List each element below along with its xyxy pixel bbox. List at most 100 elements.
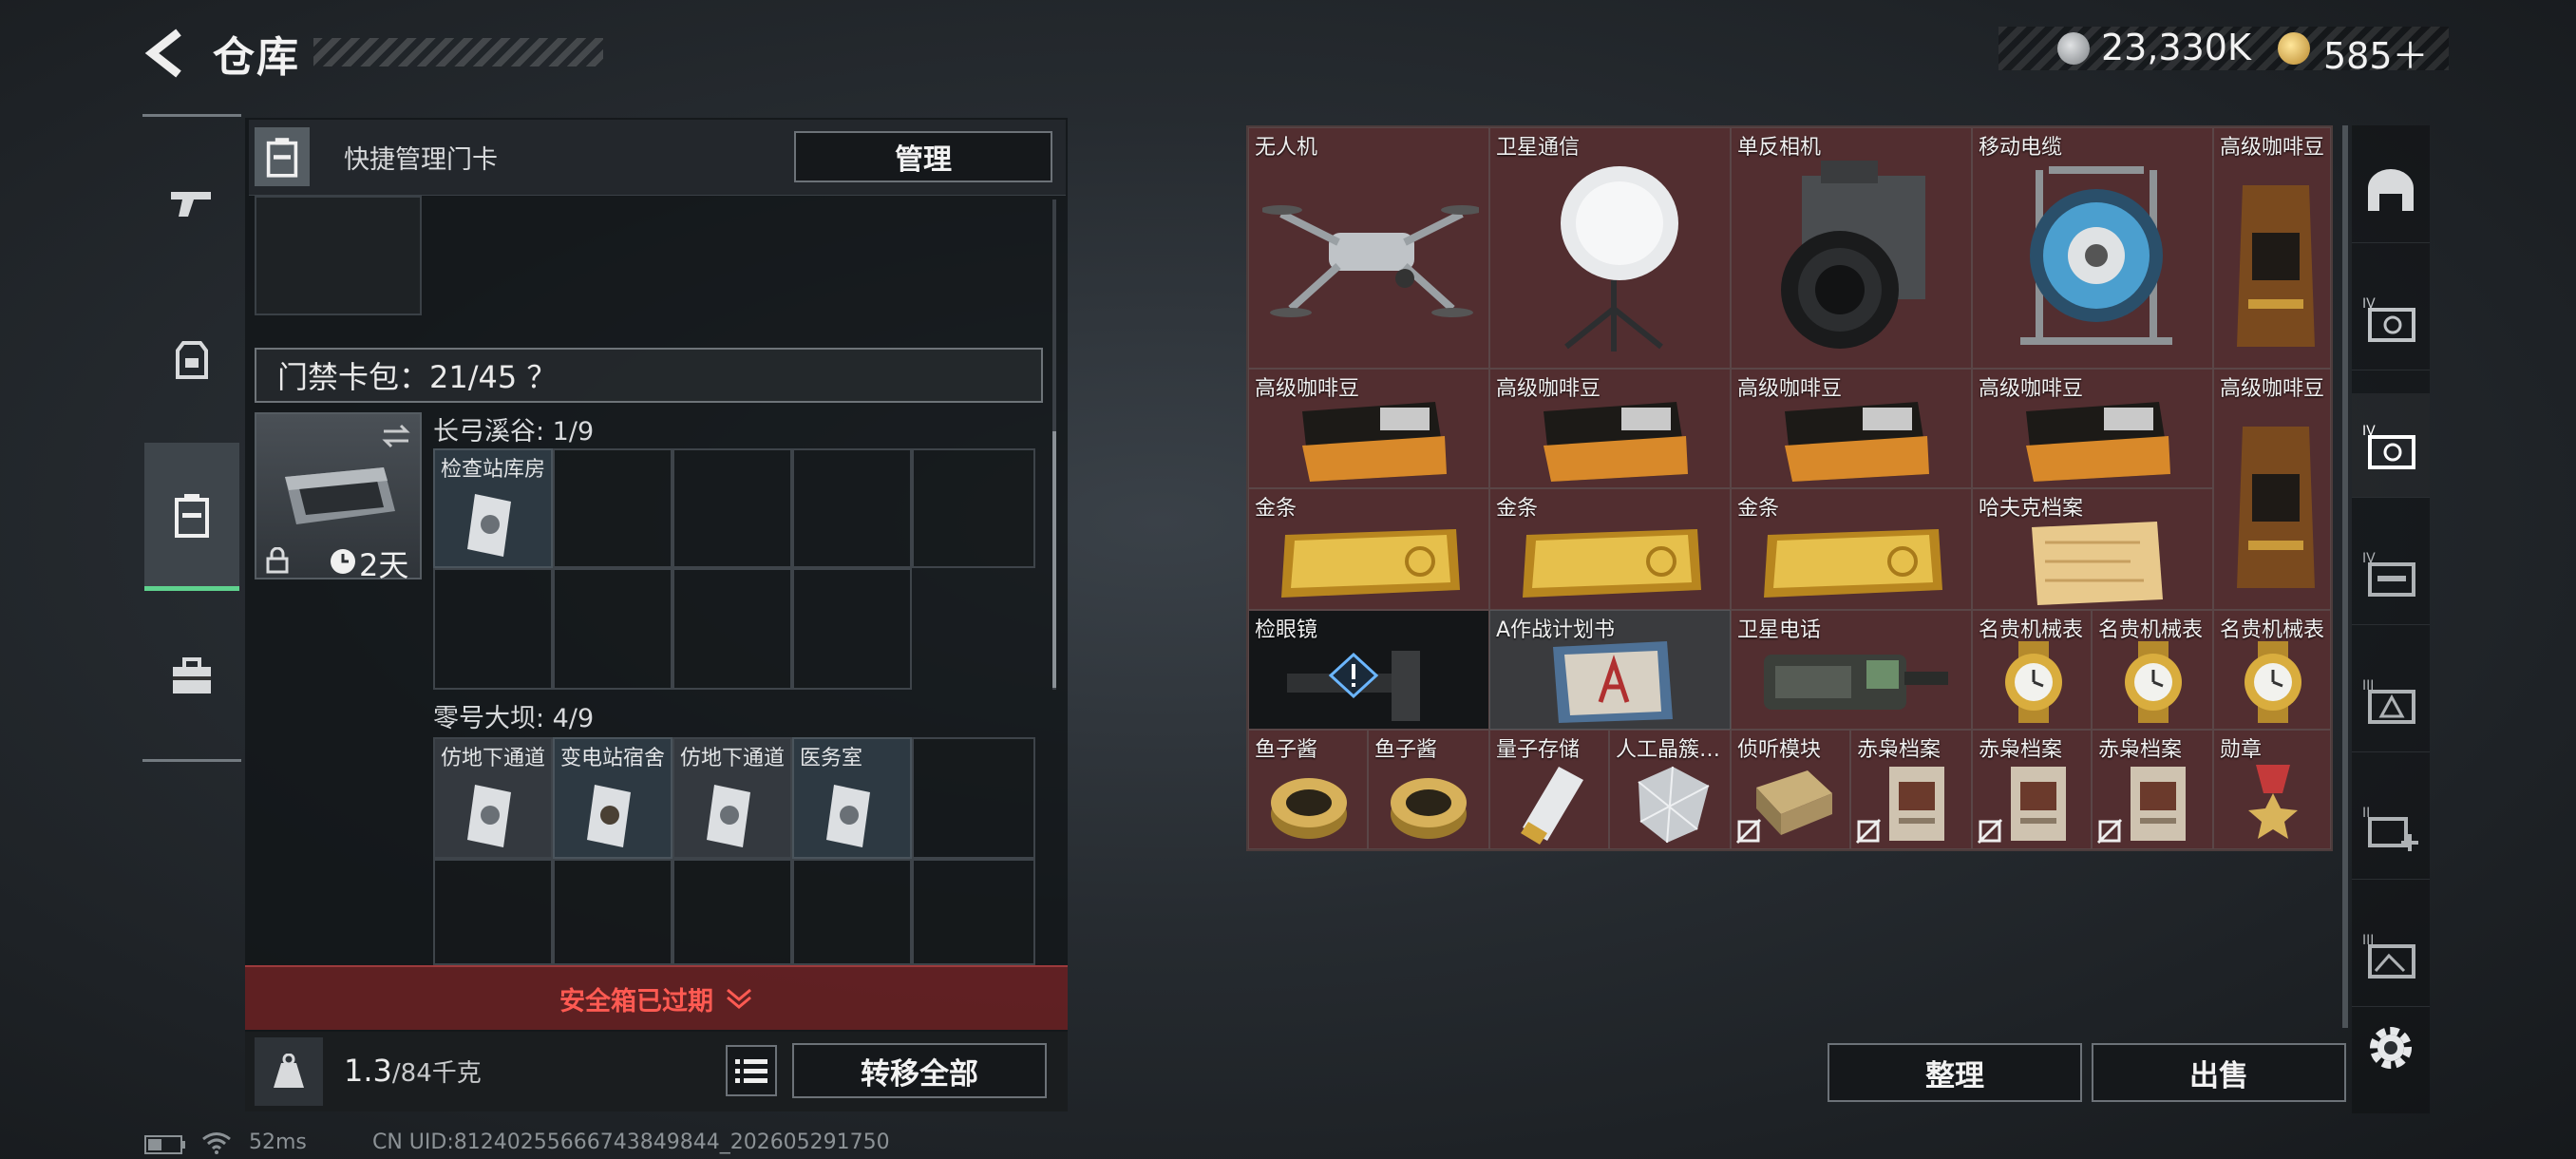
item-dslr-camera[interactable]: 单反相机 <box>1731 127 1972 369</box>
empty-slot[interactable] <box>792 859 912 965</box>
page-title: 仓库 <box>213 33 300 82</box>
gear-icon[interactable] <box>2363 1020 2418 1075</box>
section-title-longbow: 长弓溪谷: 1/9 <box>433 417 595 446</box>
item-coffee-beans[interactable]: 高级咖啡豆 <box>1489 369 1731 488</box>
safe-box-icon: IV <box>2362 296 2415 342</box>
uid-text: CN UID:8124025566674384984​4_20260529175… <box>372 1130 890 1154</box>
nav-armor-tab[interactable] <box>144 310 239 408</box>
item-drone[interactable]: 无人机 <box>1248 127 1489 369</box>
item-gold-bar[interactable]: 金条 <box>1731 488 1972 610</box>
item-satellite-phone[interactable]: 卫星电话 <box>1731 610 1972 730</box>
toolbox-icon <box>173 657 211 694</box>
item-ophthalmoscope[interactable]: 检眼镜 <box>1248 610 1489 730</box>
keycard-slot[interactable]: 变电站宿舍 <box>553 737 672 859</box>
keycard-case-icon <box>175 493 209 538</box>
item-gold-bar[interactable]: 金条 <box>1248 488 1489 610</box>
item-coffee-beans-tall[interactable]: 高级咖啡豆 <box>2213 127 2331 369</box>
back-icon[interactable] <box>142 28 186 78</box>
manage-button[interactable]: 管理 <box>794 131 1052 182</box>
item-caviar[interactable]: 鱼子酱 <box>1248 730 1368 849</box>
warehouse-icon <box>2368 168 2414 211</box>
clock-icon <box>331 549 355 574</box>
expired-warning-text: 安全箱已过期 <box>559 986 713 1016</box>
empty-slot[interactable] <box>792 448 912 568</box>
lock-icon <box>266 547 289 574</box>
nav-weapon-tab[interactable] <box>144 154 239 253</box>
item-gold-bar[interactable]: 金条 <box>1489 488 1731 610</box>
item-artificial-crystal[interactable]: 人工晶簇… <box>1609 730 1731 849</box>
move-all-button[interactable]: 转移全部 <box>792 1043 1047 1098</box>
item-coffee-beans-tall[interactable]: 高级咖啡豆 <box>2213 369 2331 610</box>
safe-box-expired-banner[interactable]: 安全箱已过期 <box>245 965 1068 1030</box>
item-coffee-beans[interactable]: 高级咖啡豆 <box>1972 369 2213 488</box>
empty-slot[interactable] <box>553 448 672 568</box>
backpack-icon <box>176 341 208 379</box>
no-trade-icon <box>1977 818 2003 845</box>
gold-coin-icon <box>2278 32 2310 65</box>
item-satellite-comm[interactable]: 卫星通信 <box>1489 127 1731 369</box>
empty-slot[interactable] <box>672 859 792 965</box>
keycard-slot[interactable]: 检查站库房 <box>433 448 553 568</box>
no-trade-icon <box>1735 818 1762 845</box>
keycard-slot[interactable]: 医务室 <box>792 737 912 859</box>
item-luxury-watch[interactable]: 名贵机械表 <box>2213 610 2331 730</box>
empty-slot[interactable] <box>792 568 912 690</box>
empty-slot[interactable] <box>912 859 1035 965</box>
item-coffee-beans[interactable]: 高级咖啡豆 <box>1248 369 1489 488</box>
empty-slot[interactable] <box>433 859 553 965</box>
empty-slot[interactable] <box>912 737 1035 859</box>
panel-scrollbar-thumb[interactable] <box>1052 431 1056 688</box>
keycard-slot[interactable]: 仿地下通道 <box>433 737 553 859</box>
tab-storage-main[interactable] <box>2352 139 2430 243</box>
item-luxury-watch[interactable]: 名贵机械表 <box>2092 610 2213 730</box>
section-title-zero-dam: 零号大坝: 4/9 <box>433 704 595 733</box>
item-haavk-archive[interactable]: 哈夫克档案 <box>1972 488 2213 610</box>
title-decoration <box>313 38 603 66</box>
empty-slot[interactable] <box>553 859 672 965</box>
empty-slot[interactable] <box>553 568 672 690</box>
sell-button[interactable]: 出售 <box>2092 1043 2346 1102</box>
item-listening-module[interactable]: 侦听模块 <box>1731 730 1850 849</box>
tab-storage-iv-a[interactable]: IV <box>2352 266 2430 370</box>
silver-coin-icon <box>2057 32 2090 65</box>
item-red-owl-archive[interactable]: 赤枭档案 <box>2092 730 2213 849</box>
list-view-button[interactable] <box>726 1045 777 1096</box>
card-preview-slot <box>255 196 422 315</box>
item-red-owl-archive[interactable]: 赤枭档案 <box>1972 730 2092 849</box>
tab-storage-iii-a[interactable]: III <box>2352 648 2430 752</box>
quick-manage-label: 快捷管理门卡 <box>344 145 498 175</box>
item-plan-a-document[interactable]: A作战计划书 <box>1489 610 1731 730</box>
item-luxury-watch[interactable]: 名贵机械表 <box>1972 610 2092 730</box>
nav-keycard-tab[interactable] <box>144 443 239 591</box>
safe-box-icon: IV <box>2362 424 2415 469</box>
item-medal[interactable]: 勋章 <box>2213 730 2331 849</box>
empty-slot[interactable] <box>672 448 792 568</box>
keycard-slot[interactable]: 仿地下通道 <box>672 737 792 859</box>
tab-storage-iv-b[interactable]: IV <box>2352 393 2430 498</box>
item-quantum-storage[interactable]: 量子存储 <box>1489 730 1609 849</box>
swap-icon <box>382 424 410 448</box>
item-red-owl-archive[interactable]: 赤枭档案 <box>1850 730 1972 849</box>
empty-slot[interactable] <box>912 448 1035 568</box>
keycard-case-icon <box>255 127 310 186</box>
item-caviar[interactable]: 鱼子酱 <box>1368 730 1489 849</box>
keycard-pack-count[interactable]: 门禁卡包：21/45 ？ <box>255 348 1043 403</box>
nav-case-tab[interactable] <box>144 627 239 726</box>
list-icon <box>735 1059 767 1083</box>
tab-storage-ii[interactable]: II <box>2352 775 2430 880</box>
grid-scrollbar[interactable] <box>2342 125 2348 1028</box>
empty-slot[interactable] <box>433 568 553 690</box>
weight-readout: 1.3/84千克 <box>344 1053 482 1089</box>
warning-box-icon: III <box>2362 678 2415 724</box>
item-cable-reel[interactable]: 移动电缆 <box>1972 127 2213 369</box>
gold-amount[interactable]: 585＋ <box>2323 27 2429 79</box>
sort-button[interactable]: 整理 <box>1828 1043 2082 1102</box>
tab-storage-iii-b[interactable]: III <box>2352 902 2430 1007</box>
item-coffee-beans[interactable]: 高级咖啡豆 <box>1731 369 1972 488</box>
empty-slot[interactable] <box>672 568 792 690</box>
tab-storage-iv-c[interactable]: IV <box>2352 521 2430 625</box>
silver-amount: 23,330K <box>2101 27 2251 68</box>
keycard-pack-slot[interactable]: 2天 <box>255 412 422 583</box>
chevron-down-icon <box>727 988 751 1009</box>
battery-icon <box>144 1135 185 1154</box>
